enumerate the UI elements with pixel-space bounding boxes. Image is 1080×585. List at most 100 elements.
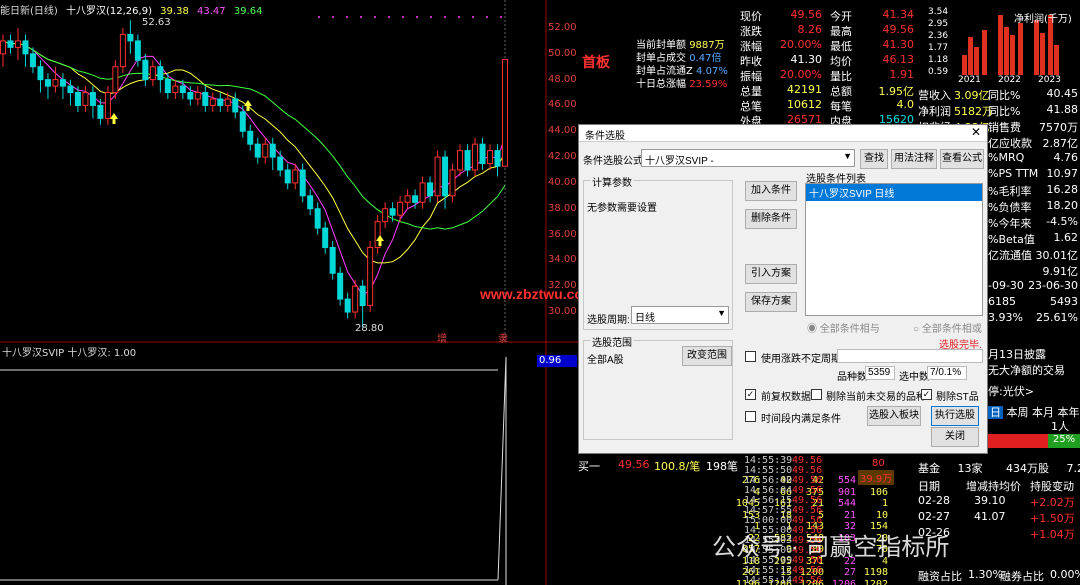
dialog-titlebar[interactable]: 条件选股 ✕ — [579, 125, 987, 142]
fund-pct: 7.2% — [1066, 462, 1080, 475]
period-select[interactable]: 日线 ▼ — [631, 306, 729, 324]
quote-row: 总笔 10612 每笔 4.0 — [740, 98, 914, 113]
or-radio[interactable]: ○ 全部条件相或 — [913, 320, 982, 335]
chevron-down-icon: ▼ — [843, 151, 852, 161]
candle-body — [37, 66, 44, 81]
candle-body — [164, 79, 171, 94]
close-icon[interactable]: ✕ — [971, 125, 981, 139]
net-profit-bar — [1010, 35, 1015, 75]
candle-body — [337, 272, 344, 300]
condition-select-dialog[interactable]: 条件选股 ✕ 条件选股公式 十八罗汉SVIP - ▼ 查找 用法注释 查看公式 … — [578, 124, 988, 454]
tab-week[interactable]: 本周 — [1007, 406, 1029, 419]
news-line-2: 无大净额的交易 — [988, 364, 1065, 377]
big-order: 80 — [872, 458, 885, 469]
net-profit-bar — [1034, 20, 1039, 75]
execute-button[interactable]: 执行选股 — [931, 406, 979, 426]
tab-day[interactable]: 日 — [988, 406, 1003, 419]
top-dot-marker — [472, 16, 474, 18]
candle-body — [149, 66, 156, 81]
buy-arrow-icon — [244, 100, 252, 111]
top-dot-marker — [458, 16, 460, 18]
condition-list-item[interactable]: 十八罗汉SVIP 日线 — [806, 184, 982, 201]
formula-select[interactable]: 十八罗汉SVIP - ▼ — [641, 149, 855, 167]
candle-body — [247, 130, 254, 145]
change-range-button[interactable]: 改变范围 — [682, 346, 732, 366]
and-radio[interactable]: ◉ 全部条件相与 — [807, 320, 880, 335]
formula-value: 十八罗汉SVIP - — [645, 156, 714, 167]
candle-body — [419, 182, 426, 203]
fund-row: 基金 13家 434万股 7.2% — [918, 460, 1080, 476]
candle-body — [187, 92, 194, 100]
period-value: 日线 — [635, 313, 655, 324]
chevron-down-icon: ▼ — [717, 308, 726, 318]
ten-day-label: 十日总涨幅 — [636, 79, 686, 90]
candle-body — [464, 150, 471, 171]
forward-adjust-checkbox[interactable]: ✓ — [745, 389, 756, 400]
usage-button[interactable]: 用法注释 — [891, 149, 937, 169]
candle-body — [487, 150, 494, 165]
low-price-label: 28.80 — [355, 323, 384, 334]
marker-left: 增 — [437, 334, 447, 345]
price-tick: 34.00 — [548, 254, 577, 266]
candle-body — [442, 156, 449, 197]
candle-body — [397, 201, 404, 216]
board-label: 首板 — [582, 55, 610, 71]
dialog-title: 条件选股 — [585, 131, 625, 142]
candle-body — [7, 40, 14, 48]
quote-row: 振幅 20.00% 量比 1.91 — [740, 68, 914, 83]
close-button[interactable]: 关闭 — [931, 427, 979, 447]
candle-body — [427, 182, 434, 197]
chart-title: 能日新(日线) — [0, 6, 58, 17]
candle-body — [472, 143, 479, 171]
candle-body — [314, 208, 321, 229]
top-dot-marker — [360, 16, 362, 18]
candle-body — [434, 156, 441, 197]
candle-body — [67, 85, 74, 94]
price-tick: 48.00 — [548, 73, 577, 85]
use-period-checkbox[interactable] — [745, 351, 756, 362]
ma5-line — [2, 40, 506, 296]
fin-axis-tick: 1.18 — [928, 55, 948, 65]
candle-body — [367, 246, 374, 307]
time-range-checkbox[interactable] — [745, 411, 756, 422]
period-range-input[interactable] — [837, 349, 983, 363]
add-to-board-button[interactable]: 选股入板块 — [867, 406, 921, 426]
delete-condition-button[interactable]: 删除条件 — [745, 209, 797, 229]
period-label: 选股周期: — [587, 315, 630, 326]
candle-body — [0, 40, 6, 55]
concept-tag[interactable]: 停:光伏> — [988, 383, 1034, 399]
net-profit-bar — [1040, 33, 1045, 75]
net-profit-bar — [1054, 45, 1059, 75]
price-tick: 32.00 — [548, 280, 577, 292]
candle-body — [329, 246, 336, 274]
formula-label: 条件选股公式 — [583, 156, 643, 167]
price-tick: 52.00 — [548, 22, 577, 33]
ratio-bar-red — [988, 434, 1048, 448]
net-profit-bar — [968, 37, 973, 75]
candle-body — [479, 143, 486, 165]
holding-row: 02-28 39.10 +2.02万 — [918, 494, 1075, 509]
ten-day-value: 23.59% — [689, 79, 728, 90]
save-scheme-button[interactable]: 保存方案 — [745, 292, 797, 312]
quote-row: 总量 42191 总额 1.95亿 — [740, 83, 914, 98]
candle-body — [277, 156, 284, 171]
top-dot-marker — [374, 16, 376, 18]
fin-axis-tick: 0.59 — [928, 67, 948, 77]
quote-row: 涨幅 20.00% 最低 41.30 — [740, 38, 914, 53]
candle-body — [82, 92, 89, 106]
top-dot-marker — [332, 16, 334, 18]
candle-body — [307, 195, 314, 210]
fin-year-label: 2022 — [998, 75, 1021, 85]
candle-body — [299, 169, 306, 197]
import-scheme-button[interactable]: 引入方案 — [745, 264, 797, 284]
exclude-st-checkbox[interactable]: ✓ — [921, 389, 932, 400]
candle-body — [449, 169, 456, 197]
candle-body — [112, 66, 119, 94]
find-button[interactable]: 查找 — [860, 149, 888, 169]
candle-body — [52, 79, 59, 87]
add-condition-button[interactable]: 加入条件 — [745, 181, 797, 201]
condition-list[interactable]: 十八罗汉SVIP 日线 — [805, 183, 983, 316]
wechat-watermark: 公众号 · 司赢空指标所 — [712, 534, 950, 561]
exclude-untraded-checkbox[interactable] — [811, 389, 822, 400]
view-formula-button[interactable]: 查看公式 — [940, 149, 984, 169]
